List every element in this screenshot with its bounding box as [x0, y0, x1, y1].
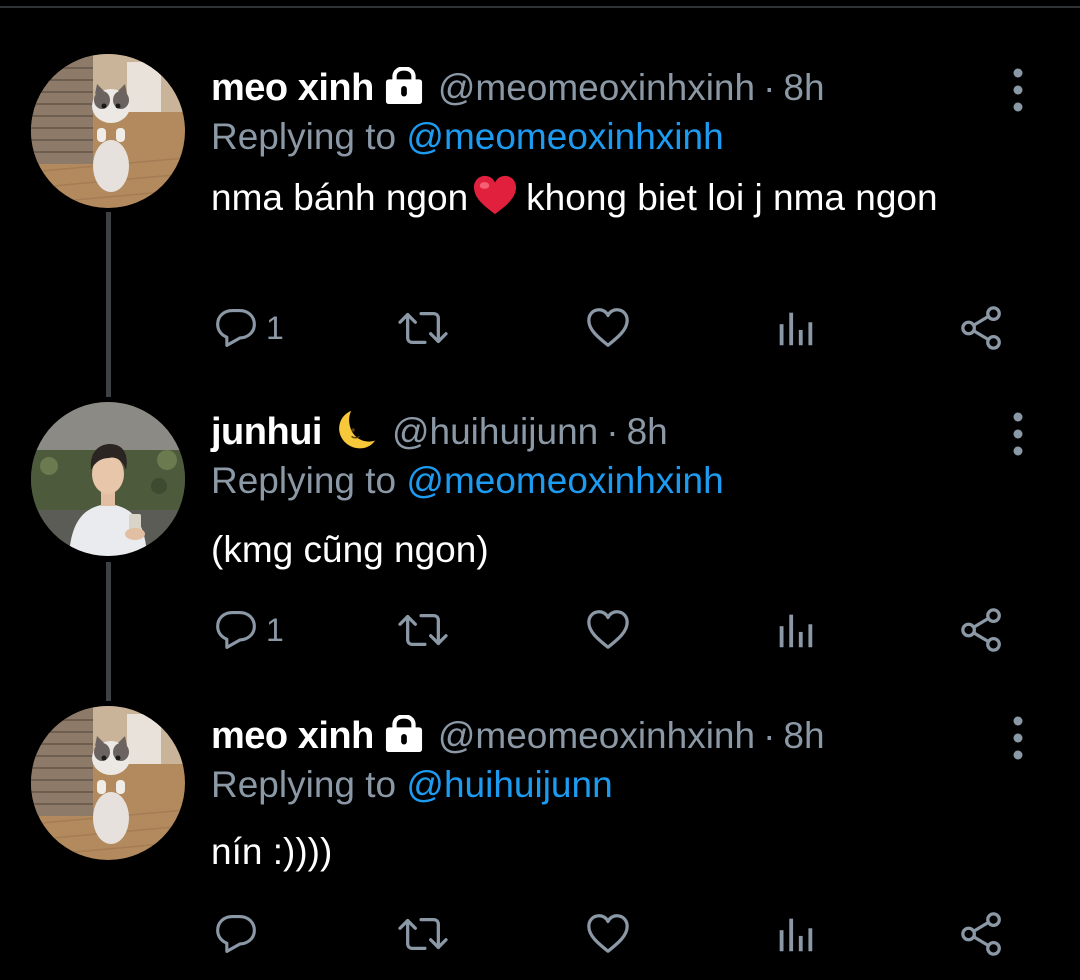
- replying-to: Replying to @meomeoxinhxinh: [211, 460, 724, 502]
- replying-prefix: Replying to: [211, 460, 397, 501]
- user-handle[interactable]: @meomeoxinhxinh: [438, 67, 755, 109]
- analytics-icon: [772, 607, 818, 653]
- reply-count: 1: [266, 309, 284, 346]
- replying-to: Replying to @huihuijunn: [211, 764, 613, 806]
- reply-count: 1: [266, 611, 284, 648]
- like-icon: [585, 911, 631, 957]
- action-bar: [0, 910, 1080, 958]
- like-button[interactable]: [585, 910, 631, 958]
- tweet-text-part: nma bánh ngon: [211, 177, 469, 218]
- mention-link[interactable]: @meomeoxinhxinh: [406, 116, 723, 157]
- person-photo: [31, 402, 185, 556]
- display-name[interactable]: junhui: [211, 411, 322, 454]
- heart-emoji: [472, 174, 518, 227]
- tweet-text: nín :)))): [211, 831, 333, 872]
- more-options-icon[interactable]: [1008, 68, 1028, 112]
- tweet[interactable]: meo xinh @meomeoxinhxinh · 8h Replying t…: [0, 714, 1080, 974]
- tweet-text: (kmg cũng ngon): [211, 529, 489, 570]
- separator-dot: ·: [763, 715, 776, 756]
- timestamp[interactable]: 8h: [627, 411, 668, 453]
- avatar[interactable]: [31, 54, 185, 208]
- reply-icon: [214, 608, 258, 652]
- share-button[interactable]: [959, 304, 1005, 352]
- avatar[interactable]: [31, 706, 185, 860]
- crescent-moon-emoji: [332, 407, 378, 458]
- tweet-header: meo xinh @meomeoxinhxinh · 8h: [211, 66, 825, 110]
- like-button[interactable]: [585, 304, 631, 352]
- replying-prefix: Replying to: [211, 764, 397, 805]
- share-icon: [959, 911, 1005, 957]
- analytics-button[interactable]: [772, 910, 818, 958]
- reply-icon: [214, 912, 258, 956]
- share-button[interactable]: [959, 606, 1005, 654]
- cat-photo: [31, 706, 185, 860]
- reply-button[interactable]: 1: [214, 304, 284, 352]
- tweet[interactable]: junhui @huihuijunn · 8h Replying to @meo…: [0, 410, 1080, 670]
- tweet-text-part: khong biet loi j nma ngon: [526, 177, 938, 218]
- user-handle[interactable]: @meomeoxinhxinh: [438, 715, 755, 757]
- share-button[interactable]: [959, 910, 1005, 958]
- retweet-button[interactable]: [398, 910, 448, 958]
- action-bar: 1: [0, 304, 1080, 352]
- retweet-icon: [398, 305, 448, 351]
- lock-icon: [384, 715, 424, 758]
- tweet-text: nma bánh ngon khong biet loi j nma ngon: [211, 174, 971, 227]
- cat-photo: [31, 54, 185, 208]
- lock-icon: [384, 67, 424, 110]
- separator-dot: ·: [606, 411, 619, 452]
- retweet-button[interactable]: [398, 606, 448, 654]
- action-bar: 1: [0, 606, 1080, 654]
- analytics-button[interactable]: [772, 606, 818, 654]
- top-divider: [0, 0, 1080, 8]
- timestamp[interactable]: 8h: [783, 67, 824, 109]
- avatar[interactable]: [31, 402, 185, 556]
- mention-link[interactable]: @huihuijunn: [406, 764, 612, 805]
- mention-link[interactable]: @meomeoxinhxinh: [406, 460, 723, 501]
- share-icon: [959, 607, 1005, 653]
- analytics-icon: [772, 911, 818, 957]
- timestamp[interactable]: 8h: [783, 715, 824, 757]
- replying-to: Replying to @meomeoxinhxinh: [211, 116, 724, 158]
- analytics-icon: [772, 305, 818, 351]
- like-icon: [585, 305, 631, 351]
- like-icon: [585, 607, 631, 653]
- separator-dot: ·: [763, 67, 776, 108]
- reply-icon: [214, 306, 258, 350]
- more-options-icon[interactable]: [1008, 412, 1028, 456]
- tweet-header: meo xinh @meomeoxinhxinh · 8h: [211, 714, 825, 758]
- like-button[interactable]: [585, 606, 631, 654]
- retweet-button[interactable]: [398, 304, 448, 352]
- analytics-button[interactable]: [772, 304, 818, 352]
- retweet-icon: [398, 607, 448, 653]
- tweet[interactable]: meo xinh @meomeoxinhxinh · 8h Replying t…: [0, 66, 1080, 366]
- reply-button[interactable]: [214, 910, 266, 958]
- share-icon: [959, 305, 1005, 351]
- display-name[interactable]: meo xinh: [211, 715, 374, 758]
- retweet-icon: [398, 911, 448, 957]
- reply-button[interactable]: 1: [214, 606, 284, 654]
- tweet-header: junhui @huihuijunn · 8h: [211, 410, 668, 454]
- user-handle[interactable]: @huihuijunn: [392, 411, 598, 453]
- display-name[interactable]: meo xinh: [211, 67, 374, 110]
- replying-prefix: Replying to: [211, 116, 397, 157]
- more-options-icon[interactable]: [1008, 716, 1028, 760]
